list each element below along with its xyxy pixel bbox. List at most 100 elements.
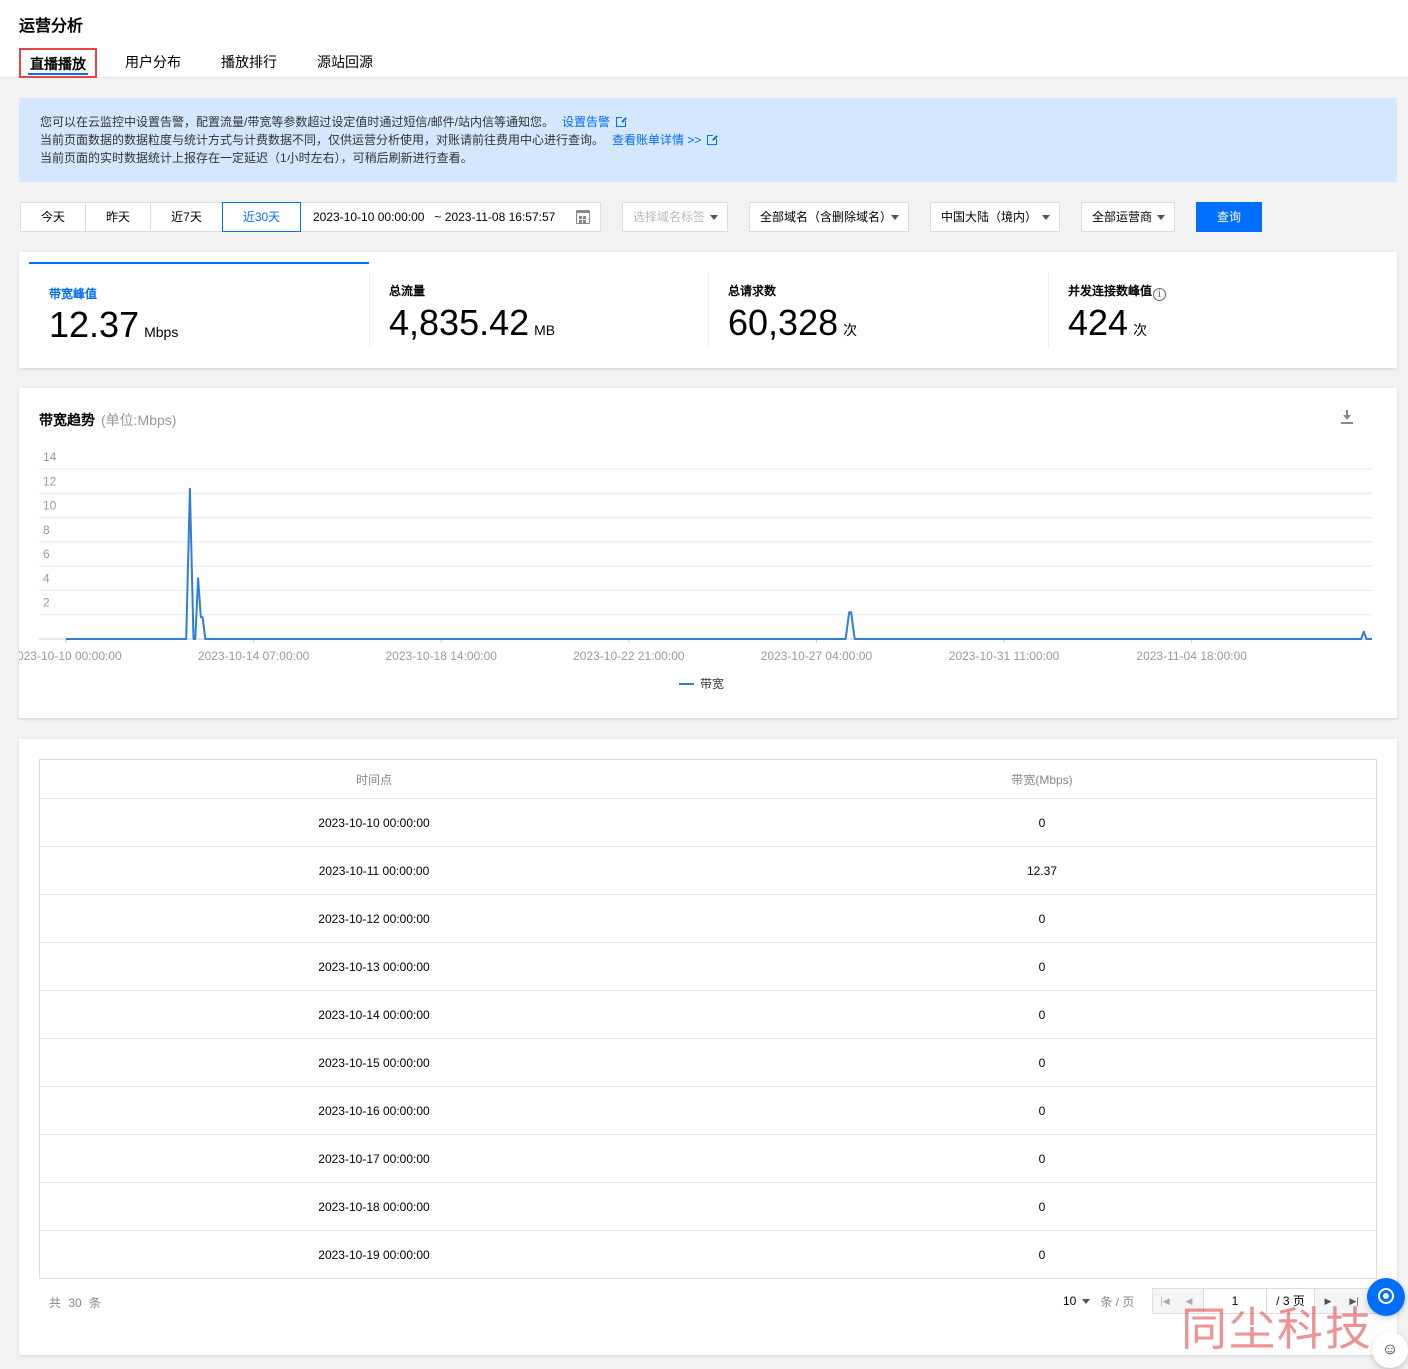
page-header: 运营分析 直播播放 用户分布 播放排行 源站回源 [0,0,1408,78]
last-page-icon[interactable]: ▶| [1342,1289,1366,1313]
chevron-down-icon [1157,215,1165,220]
page-size-select[interactable]: 10 [1063,1294,1091,1308]
domain-select[interactable]: 全部域名（含删除域名） [749,202,909,232]
external-link-icon[interactable] [707,133,720,145]
cell-bandwidth: 0 [1038,959,1046,974]
y-tick-label: 10 [43,499,57,513]
per-page-label: 条 / 页 [1100,1294,1135,1309]
stat-label: 带宽峰值 [49,287,98,301]
view-bill-link[interactable]: 查看账单详情 >> [612,133,701,147]
page-number-input[interactable]: 1 [1203,1289,1267,1313]
table-row: 2023-10-19 00:00:00 0 [40,1230,1376,1278]
y-tick-label: 4 [43,571,50,585]
y-tick-label: 6 [43,547,50,561]
x-tick-label: 2023-10-27 04:00:00 [761,649,873,663]
domain-tag-select[interactable]: 选择域名标签 [622,202,728,232]
chevron-down-icon [710,215,718,220]
table-row: 2023-10-18 00:00:00 0 [40,1182,1376,1230]
calendar-icon[interactable] [576,210,590,224]
set-alarm-link[interactable]: 设置告警 [562,115,610,129]
region-select[interactable]: 中国大陆（境内） [930,202,1060,232]
next-page-icon[interactable]: ▶ [1316,1289,1340,1313]
table-row: 2023-10-17 00:00:00 0 [40,1134,1376,1182]
tab-bar: 直播播放 用户分布 播放排行 源站回源 [19,48,413,78]
column-header-time[interactable]: 时间点 [40,771,708,788]
prev-page-icon[interactable]: ◀ [1177,1289,1201,1313]
bandwidth-chart: 2 4 6 8 10 12 14 2023-10-10 00:00:00 2023-10-14 … [19,450,1373,691]
total-count: 共 30 条 [49,1296,102,1310]
chevron-down-icon [1082,1298,1091,1304]
stat-value: 60,328 次 [728,302,858,343]
cell-bandwidth: 0 [1038,1103,1046,1118]
table-row: 2023-10-11 00:00:00 12.37 [40,846,1376,894]
query-button[interactable]: 查询 [1196,202,1262,232]
y-tick-label: 8 [43,523,50,537]
page-title: 运营分析 [19,18,84,35]
table-row: 2023-10-14 00:00:00 0 [40,990,1376,1038]
y-tick-label: 12 [43,474,57,488]
notice-line-1: 您可以在云监控中设置告警，配置流量/带宽等参数超过设定值时通过短信/邮件/站内信… [40,113,1376,131]
y-tick-label: 14 [43,450,57,464]
cell-time: 2023-10-16 00:00:00 [318,1103,430,1118]
stat-label: 总流量 [389,284,426,298]
bandwidth-table: 时间点 带宽(Mbps) 2023-10-10 00:00:00 0 2023-10… [39,759,1377,1279]
chevron-down-icon [891,215,899,220]
table-row: 2023-10-16 00:00:00 0 [40,1086,1376,1134]
date-range-picker[interactable]: 2023-10-10 00:00:00 ~ 2023-11-08 16:57:5… [300,202,601,232]
range-30days-button[interactable]: 近30天 [222,202,301,232]
table-row: 2023-10-15 00:00:00 0 [40,1038,1376,1086]
table-row: 2023-10-10 00:00:00 0 [40,798,1376,846]
data-table-card: 时间点 带宽(Mbps) 2023-10-10 00:00:00 0 2023-10… [19,739,1397,1355]
cell-bandwidth: 0 [1038,1007,1046,1022]
date-range-value: 2023-10-10 00:00:00 ~ 2023-11-08 16:57:5… [313,210,556,224]
stat-value: 424 次 [1068,302,1148,343]
notice-line-3: 当前页面的实时数据统计上报存在一定延迟（1小时左右），可稍后刷新进行查看。 [40,151,473,165]
stat-total-traffic[interactable]: 总流量 4,835.42 MB [369,262,709,352]
x-tick-label: 2023-10-10 00:00:00 [19,649,122,663]
cell-time: 2023-10-11 00:00:00 [318,863,430,878]
cell-bandwidth: 12.37 [1026,863,1058,878]
stat-total-requests[interactable]: 总请求数 60,328 次 [708,262,1048,352]
cell-time: 2023-10-14 00:00:00 [318,1007,430,1022]
cell-bandwidth: 0 [1038,1199,1046,1214]
tab-live-playback[interactable]: 直播播放 [19,48,97,78]
range-7days-button[interactable]: 近7天 [150,202,223,232]
stat-label: 总请求数 [728,284,777,298]
stat-label: 并发连接数峰值 i [1068,282,1167,301]
column-header-bandwidth[interactable]: 带宽(Mbps) [708,771,1376,788]
y-tick-label: 2 [43,596,50,610]
first-page-icon[interactable]: |◀ [1153,1289,1177,1313]
x-tick-label: 2023-10-31 11:00:00 [949,649,1060,663]
cell-time: 2023-10-12 00:00:00 [318,911,430,926]
range-yesterday-button[interactable]: 昨天 [85,202,151,232]
x-tick-label: 2023-10-14 07:00:00 [198,649,310,663]
support-headset-icon[interactable] [1367,1278,1405,1316]
chat-icon[interactable]: ☺ [1372,1332,1408,1368]
chevron-down-icon [1042,215,1050,220]
cell-time: 2023-10-10 00:00:00 [318,815,430,830]
isp-select[interactable]: 全部运营商 [1081,202,1175,232]
table-row: 2023-10-12 00:00:00 0 [40,894,1376,942]
range-today-button[interactable]: 今天 [20,202,86,232]
cell-time: 2023-10-19 00:00:00 [318,1247,430,1262]
cell-bandwidth: 0 [1038,911,1046,926]
external-link-icon[interactable] [616,115,629,127]
cell-bandwidth: 0 [1038,815,1046,830]
time-range-selector: 今天 昨天 近7天 近30天 [20,202,301,232]
stat-peak-bandwidth[interactable]: 带宽峰值 12.37 Mbps [29,262,369,352]
cell-time: 2023-10-15 00:00:00 [318,1055,430,1070]
cell-bandwidth: 0 [1038,1247,1046,1262]
tab-playback-ranking[interactable]: 播放排行 [221,48,277,78]
x-tick-label: 2023-10-18 14:00:00 [386,649,498,663]
page-navigator: |◀ ◀ 1 / 3 页 ▶ ▶| [1152,1288,1378,1314]
info-notice: 您可以在云监控中设置告警，配置流量/带宽等参数超过设定值时通过短信/邮件/站内信… [19,98,1397,182]
table-header-row: 时间点 带宽(Mbps) [40,760,1376,798]
bandwidth-chart-card: 带宽趋势 (单位:Mbps) 2 4 6 8 10 12 14 2023-10-10 00:00… [19,388,1397,718]
total-pages: / 3 页 [1267,1289,1315,1313]
tab-user-distribution[interactable]: 用户分布 [125,48,181,78]
tab-origin-pull[interactable]: 源站回源 [317,48,373,78]
series-line-0 [66,487,1372,640]
stat-peak-connections[interactable]: 并发连接数峰值 i 424 次 [1048,262,1388,352]
info-icon[interactable]: i [1153,288,1167,301]
notice-line-2: 当前页面数据的数据粒度与统计方式与计费数据不同，仅供运营分析使用，对账请前往费用… [40,131,1376,149]
